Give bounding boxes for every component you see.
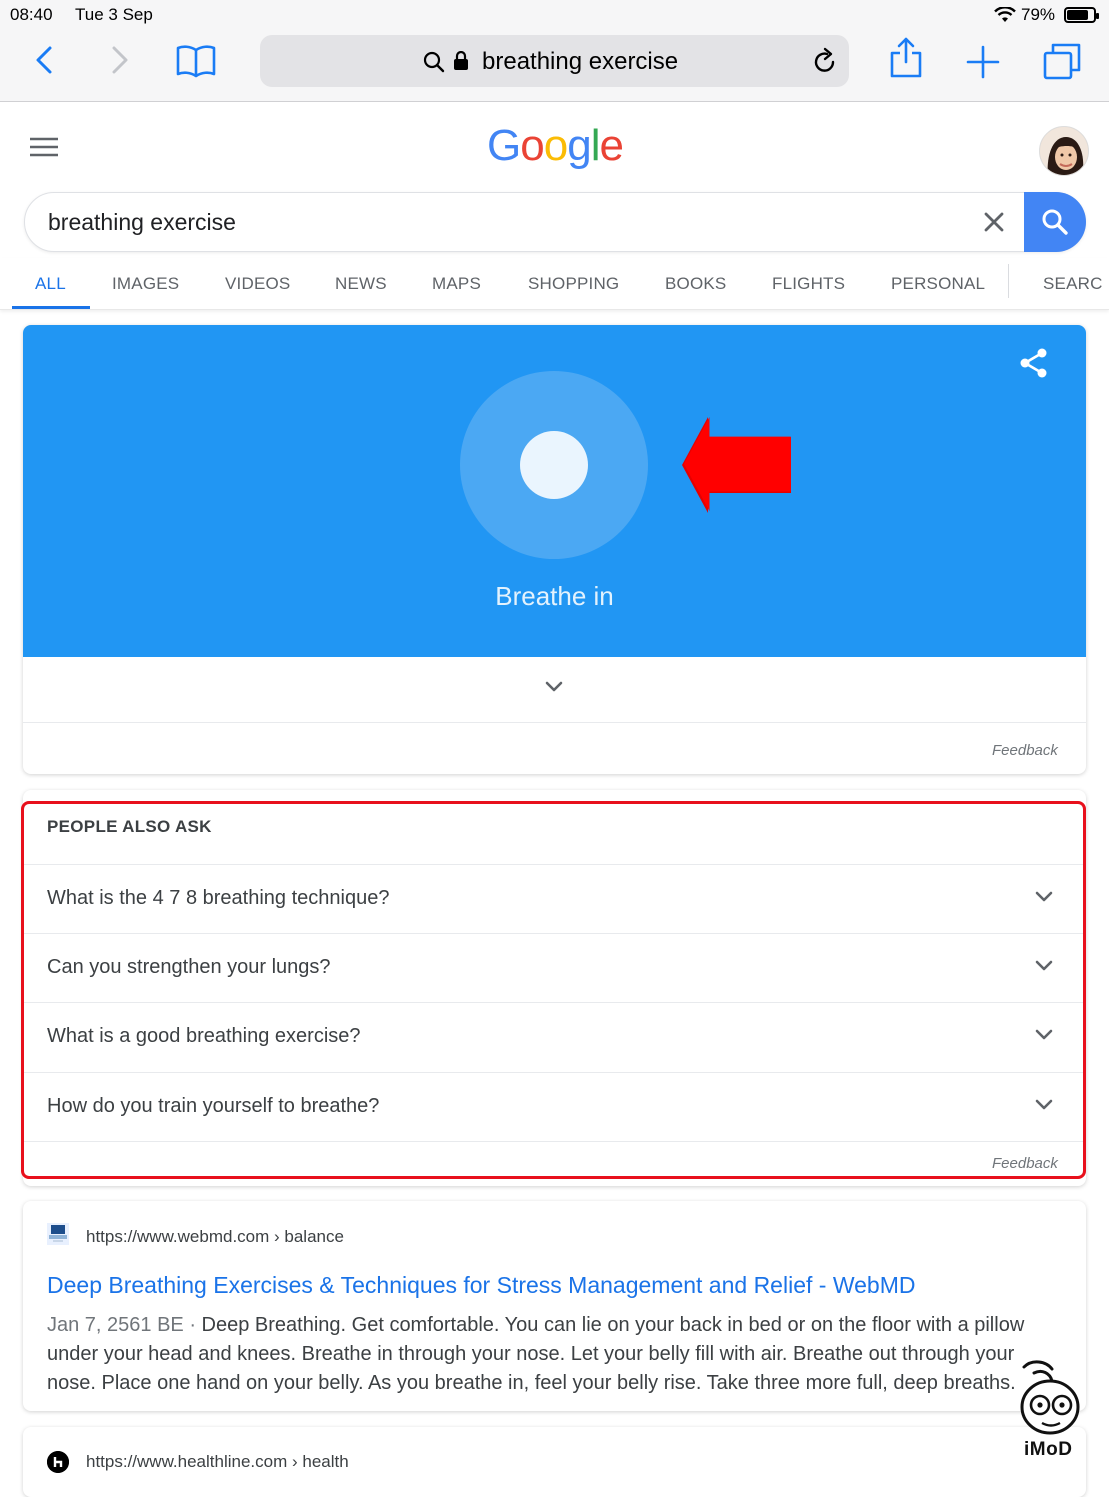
search-icon: [423, 51, 445, 78]
share-icon[interactable]: [888, 36, 924, 85]
red-arrow-icon: [682, 417, 792, 518]
tab-flights[interactable]: FLIGHTS: [772, 274, 845, 294]
people-also-ask-title: PEOPLE ALSO ASK: [47, 817, 212, 836]
chevron-down-icon: [1035, 960, 1053, 971]
search-box[interactable]: breathing exercise: [24, 192, 1086, 252]
result-title-link[interactable]: Deep Breathing Exercises & Techniques fo…: [47, 1272, 915, 1299]
browser-toolbar: breathing exercise: [0, 30, 1109, 102]
breathing-animation-panel: Breathe in: [23, 325, 1086, 657]
bookmarks-icon[interactable]: [175, 40, 217, 85]
question-row[interactable]: How do you train yourself to breathe?: [23, 1072, 1086, 1141]
wifi-icon: [994, 6, 1016, 28]
feedback-link[interactable]: Feedback: [992, 742, 1058, 759]
back-icon[interactable]: [30, 40, 58, 85]
forward-icon[interactable]: [106, 40, 134, 85]
address-bar[interactable]: breathing exercise: [260, 35, 849, 87]
battery-icon: [1064, 7, 1099, 23]
logo-letter: G: [487, 121, 521, 170]
search-button[interactable]: [1024, 192, 1086, 252]
status-time: 08:40: [10, 5, 53, 24]
reload-icon[interactable]: [812, 47, 838, 80]
result-date: Jan 7, 2561 BE ·: [47, 1314, 202, 1336]
tab-maps[interactable]: MAPS: [432, 274, 481, 294]
tab-images[interactable]: IMAGES: [112, 274, 179, 294]
tab-shopping[interactable]: SHOPPING: [528, 274, 619, 294]
hamburger-menu-icon[interactable]: [30, 137, 58, 162]
logo-letter: e: [599, 121, 624, 170]
new-tab-icon[interactable]: [965, 44, 1001, 85]
question-row[interactable]: What is the 4 7 8 breathing technique?: [23, 864, 1086, 933]
clear-icon[interactable]: [983, 211, 1005, 238]
logo-letter: g: [567, 121, 592, 170]
avatar[interactable]: [1039, 126, 1089, 176]
breathing-inner-circle: [520, 431, 588, 499]
tab-search-tools[interactable]: SEARC: [1043, 274, 1103, 294]
address-text: breathing exercise: [482, 48, 679, 75]
breathing-exercise-card: Breathe in Feedback: [23, 325, 1086, 774]
question-text: What is a good breathing exercise?: [47, 1025, 361, 1047]
google-logo[interactable]: Google: [487, 121, 624, 171]
status-date: Tue 3 Sep: [75, 5, 153, 24]
result-url[interactable]: https://www.healthline.com › health: [86, 1452, 349, 1472]
breathe-instruction: Breathe in: [495, 581, 614, 611]
question-text: How do you train yourself to breathe?: [47, 1095, 380, 1117]
lock-icon: [453, 50, 469, 76]
tab-books[interactable]: BOOKS: [665, 274, 726, 294]
people-also-ask-card: PEOPLE ALSO ASK What is the 4 7 8 breath…: [23, 790, 1086, 1186]
tab-all[interactable]: ALL: [35, 274, 66, 294]
divider: [23, 1141, 1086, 1142]
chevron-down-icon: [545, 681, 563, 692]
result-snippet: Jan 7, 2561 BE · Deep Breathing. Get com…: [47, 1311, 1057, 1398]
tab-divider: [1008, 264, 1009, 298]
question-text: Can you strengthen your lungs?: [47, 956, 331, 978]
search-result: https://www.healthline.com › health: [23, 1427, 1086, 1497]
chevron-down-icon: [1035, 1099, 1053, 1110]
question-row[interactable]: What is a good breathing exercise?: [23, 1002, 1086, 1071]
tab-videos[interactable]: VIDEOS: [225, 274, 290, 294]
chevron-down-icon: [1035, 1029, 1053, 1040]
share-icon[interactable]: [1018, 347, 1050, 384]
watermark-text: iMoD: [1024, 1439, 1073, 1460]
webmd-favicon: [47, 1223, 69, 1245]
logo-letter: o: [543, 121, 569, 170]
battery-percent: 79%: [1021, 5, 1056, 24]
search-result: https://www.webmd.com › balance Deep Bre…: [23, 1201, 1086, 1411]
tabs-overview-icon[interactable]: [1042, 42, 1082, 85]
tab-personal[interactable]: PERSONAL: [891, 274, 985, 294]
chevron-down-icon: [1035, 891, 1053, 902]
question-row[interactable]: Can you strengthen your lungs?: [23, 933, 1086, 1002]
feedback-link[interactable]: Feedback: [992, 1155, 1058, 1172]
logo-letter: o: [520, 121, 545, 170]
google-header: Google: [0, 103, 1109, 193]
status-bar: 08:40 Tue 3 Sep 79%: [0, 0, 1109, 30]
active-tab-indicator: [12, 306, 90, 309]
tab-news[interactable]: NEWS: [335, 274, 387, 294]
question-text: What is the 4 7 8 breathing technique?: [47, 887, 390, 909]
result-url[interactable]: https://www.webmd.com › balance: [86, 1227, 344, 1247]
healthline-favicon: [47, 1451, 69, 1473]
search-input[interactable]: breathing exercise: [48, 209, 236, 236]
imod-watermark-logo: iMoD: [1012, 1355, 1092, 1465]
search-tabs: ALL IMAGES VIDEOS NEWS MAPS SHOPPING BOO…: [0, 258, 1109, 310]
expand-row[interactable]: [23, 657, 1086, 723]
